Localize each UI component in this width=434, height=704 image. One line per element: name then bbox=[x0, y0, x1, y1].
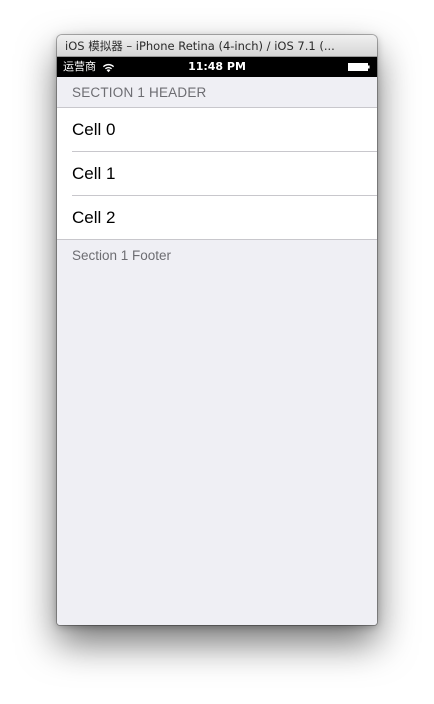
desktop-background: iOS 模拟器 – iPhone Retina (4-inch) / iOS 7… bbox=[0, 0, 434, 704]
window-title: iOS 模拟器 – iPhone Retina (4-inch) / iOS 7… bbox=[65, 38, 335, 53]
window-titlebar[interactable]: iOS 模拟器 – iPhone Retina (4-inch) / iOS 7… bbox=[57, 35, 377, 57]
simulator-window: iOS 模拟器 – iPhone Retina (4-inch) / iOS 7… bbox=[57, 35, 377, 625]
section-footer: Section 1 Footer bbox=[72, 248, 172, 263]
section-cells: Cell 0 Cell 1 Cell 2 bbox=[57, 107, 377, 240]
cell-label: Cell 0 bbox=[72, 120, 116, 139]
section-header: SECTION 1 HEADER bbox=[72, 85, 207, 100]
ios-status-bar: 运营商 11:48 PM bbox=[57, 57, 377, 77]
cell-label: Cell 1 bbox=[72, 163, 116, 183]
table-cell-2[interactable]: Cell 2 bbox=[57, 195, 377, 239]
table-cell-1[interactable]: Cell 1 bbox=[57, 151, 377, 195]
table-view[interactable]: SECTION 1 HEADER Cell 0 Cell 1 Cell 2 Se… bbox=[57, 77, 377, 625]
table-cell-0[interactable]: Cell 0 bbox=[57, 108, 377, 151]
battery-full-icon bbox=[348, 63, 370, 71]
cell-label: Cell 2 bbox=[72, 207, 116, 227]
status-time: 11:48 PM bbox=[188, 60, 246, 73]
